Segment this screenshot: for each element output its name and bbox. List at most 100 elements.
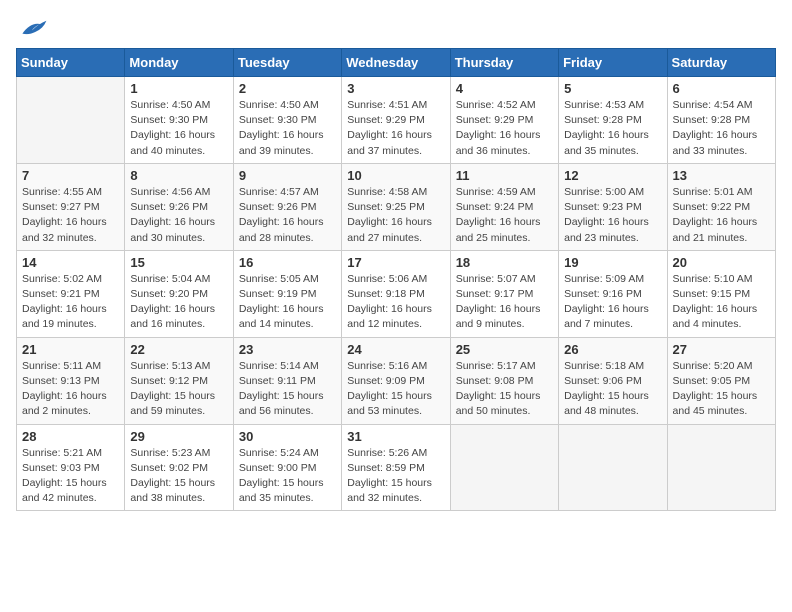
calendar-cell — [450, 424, 558, 511]
calendar-cell: 1 Sunrise: 4:50 AM Sunset: 9:30 PM Daylig… — [125, 77, 233, 164]
day-info: Sunrise: 4:56 AM Sunset: 9:26 PM Dayligh… — [130, 185, 227, 246]
calendar-cell: 19 Sunrise: 5:09 AM Sunset: 9:16 PM Dayli… — [559, 250, 667, 337]
day-info: Sunrise: 5:00 AM Sunset: 9:23 PM Dayligh… — [564, 185, 661, 246]
day-number: 6 — [673, 81, 770, 96]
day-number: 18 — [456, 255, 553, 270]
day-number: 22 — [130, 342, 227, 357]
day-number: 12 — [564, 168, 661, 183]
day-number: 16 — [239, 255, 336, 270]
day-info: Sunrise: 5:05 AM Sunset: 9:19 PM Dayligh… — [239, 272, 336, 333]
day-number: 26 — [564, 342, 661, 357]
day-info: Sunrise: 5:17 AM Sunset: 9:08 PM Dayligh… — [456, 359, 553, 420]
day-info: Sunrise: 5:04 AM Sunset: 9:20 PM Dayligh… — [130, 272, 227, 333]
day-number: 5 — [564, 81, 661, 96]
day-info: Sunrise: 5:02 AM Sunset: 9:21 PM Dayligh… — [22, 272, 119, 333]
day-number: 10 — [347, 168, 444, 183]
day-number: 31 — [347, 429, 444, 444]
calendar-cell — [559, 424, 667, 511]
calendar-cell: 24 Sunrise: 5:16 AM Sunset: 9:09 PM Dayli… — [342, 337, 450, 424]
calendar-cell: 13 Sunrise: 5:01 AM Sunset: 9:22 PM Dayli… — [667, 163, 775, 250]
calendar-cell: 2 Sunrise: 4:50 AM Sunset: 9:30 PM Daylig… — [233, 77, 341, 164]
day-number: 28 — [22, 429, 119, 444]
calendar-cell: 27Sunrise: 5:20 AM Sunset: 9:05 PM Dayli… — [667, 337, 775, 424]
calendar-cell: 9 Sunrise: 4:57 AM Sunset: 9:26 PM Daylig… — [233, 163, 341, 250]
logo — [16, 16, 52, 40]
calendar-table: SundayMondayTuesdayWednesdayThursdayFrid… — [16, 48, 776, 511]
calendar-cell: 14 Sunrise: 5:02 AM Sunset: 9:21 PM Dayli… — [17, 250, 125, 337]
calendar-cell: 31 Sunrise: 5:26 AM Sunset: 8:59 PM Dayli… — [342, 424, 450, 511]
calendar-cell: 29 Sunrise: 5:23 AM Sunset: 9:02 PM Dayli… — [125, 424, 233, 511]
day-info: Sunrise: 5:23 AM Sunset: 9:02 PM Dayligh… — [130, 446, 227, 507]
calendar-cell: 15Sunrise: 5:04 AM Sunset: 9:20 PM Dayli… — [125, 250, 233, 337]
day-info: Sunrise: 5:20 AM Sunset: 9:05 PM Dayligh… — [673, 359, 770, 420]
calendar-cell: 8 Sunrise: 4:56 AM Sunset: 9:26 PM Daylig… — [125, 163, 233, 250]
day-info: Sunrise: 4:53 AM Sunset: 9:28 PM Dayligh… — [564, 98, 661, 159]
calendar-cell: 6 Sunrise: 4:54 AM Sunset: 9:28 PM Daylig… — [667, 77, 775, 164]
calendar-header-monday: Monday — [125, 49, 233, 77]
calendar-cell — [667, 424, 775, 511]
day-info: Sunrise: 4:57 AM Sunset: 9:26 PM Dayligh… — [239, 185, 336, 246]
calendar-cell: 16 Sunrise: 5:05 AM Sunset: 9:19 PM Dayli… — [233, 250, 341, 337]
calendar-cell: 25 Sunrise: 5:17 AM Sunset: 9:08 PM Dayli… — [450, 337, 558, 424]
day-info: Sunrise: 5:09 AM Sunset: 9:16 PM Dayligh… — [564, 272, 661, 333]
calendar-cell: 30 Sunrise: 5:24 AM Sunset: 9:00 PM Dayli… — [233, 424, 341, 511]
day-info: Sunrise: 5:24 AM Sunset: 9:00 PM Dayligh… — [239, 446, 336, 507]
day-info: Sunrise: 5:06 AM Sunset: 9:18 PM Dayligh… — [347, 272, 444, 333]
day-info: Sunrise: 4:52 AM Sunset: 9:29 PM Dayligh… — [456, 98, 553, 159]
day-info: Sunrise: 5:10 AM Sunset: 9:15 PM Dayligh… — [673, 272, 770, 333]
day-number: 14 — [22, 255, 119, 270]
calendar-cell: 17 Sunrise: 5:06 AM Sunset: 9:18 PM Dayli… — [342, 250, 450, 337]
day-number: 21 — [22, 342, 119, 357]
calendar-cell: 21 Sunrise: 5:11 AM Sunset: 9:13 PM Dayli… — [17, 337, 125, 424]
calendar-cell: 7 Sunrise: 4:55 AM Sunset: 9:27 PM Daylig… — [17, 163, 125, 250]
day-number: 25 — [456, 342, 553, 357]
day-number: 30 — [239, 429, 336, 444]
calendar-cell: 12 Sunrise: 5:00 AM Sunset: 9:23 PM Dayli… — [559, 163, 667, 250]
day-info: Sunrise: 4:55 AM Sunset: 9:27 PM Dayligh… — [22, 185, 119, 246]
day-info: Sunrise: 4:59 AM Sunset: 9:24 PM Dayligh… — [456, 185, 553, 246]
day-info: Sunrise: 4:58 AM Sunset: 9:25 PM Dayligh… — [347, 185, 444, 246]
day-number: 2 — [239, 81, 336, 96]
day-number: 24 — [347, 342, 444, 357]
calendar-header-friday: Friday — [559, 49, 667, 77]
calendar-cell: 18 Sunrise: 5:07 AM Sunset: 9:17 PM Dayli… — [450, 250, 558, 337]
calendar-week-row: 1 Sunrise: 4:50 AM Sunset: 9:30 PM Daylig… — [17, 77, 776, 164]
day-info: Sunrise: 5:13 AM Sunset: 9:12 PM Dayligh… — [130, 359, 227, 420]
day-number: 8 — [130, 168, 227, 183]
calendar-cell: 3 Sunrise: 4:51 AM Sunset: 9:29 PM Daylig… — [342, 77, 450, 164]
day-number: 1 — [130, 81, 227, 96]
calendar-cell: 10 Sunrise: 4:58 AM Sunset: 9:25 PM Dayli… — [342, 163, 450, 250]
day-info: Sunrise: 5:26 AM Sunset: 8:59 PM Dayligh… — [347, 446, 444, 507]
day-info: Sunrise: 5:21 AM Sunset: 9:03 PM Dayligh… — [22, 446, 119, 507]
day-info: Sunrise: 4:51 AM Sunset: 9:29 PM Dayligh… — [347, 98, 444, 159]
calendar-week-row: 14 Sunrise: 5:02 AM Sunset: 9:21 PM Dayli… — [17, 250, 776, 337]
calendar-cell: 23Sunrise: 5:14 AM Sunset: 9:11 PM Dayli… — [233, 337, 341, 424]
day-info: Sunrise: 5:11 AM Sunset: 9:13 PM Dayligh… — [22, 359, 119, 420]
calendar-cell: 26 Sunrise: 5:18 AM Sunset: 9:06 PM Dayli… — [559, 337, 667, 424]
day-number: 13 — [673, 168, 770, 183]
day-info: Sunrise: 4:50 AM Sunset: 9:30 PM Dayligh… — [130, 98, 227, 159]
day-number: 19 — [564, 255, 661, 270]
day-number: 3 — [347, 81, 444, 96]
calendar-cell: 20Sunrise: 5:10 AM Sunset: 9:15 PM Dayli… — [667, 250, 775, 337]
day-info: Sunrise: 4:54 AM Sunset: 9:28 PM Dayligh… — [673, 98, 770, 159]
day-number: 9 — [239, 168, 336, 183]
day-info: Sunrise: 5:01 AM Sunset: 9:22 PM Dayligh… — [673, 185, 770, 246]
day-info: Sunrise: 5:18 AM Sunset: 9:06 PM Dayligh… — [564, 359, 661, 420]
day-info: Sunrise: 5:16 AM Sunset: 9:09 PM Dayligh… — [347, 359, 444, 420]
calendar-cell: 28 Sunrise: 5:21 AM Sunset: 9:03 PM Dayli… — [17, 424, 125, 511]
calendar-header-wednesday: Wednesday — [342, 49, 450, 77]
day-number: 4 — [456, 81, 553, 96]
day-info: Sunrise: 5:07 AM Sunset: 9:17 PM Dayligh… — [456, 272, 553, 333]
day-number: 17 — [347, 255, 444, 270]
calendar-cell: 5 Sunrise: 4:53 AM Sunset: 9:28 PM Daylig… — [559, 77, 667, 164]
day-number: 29 — [130, 429, 227, 444]
calendar-header-row: SundayMondayTuesdayWednesdayThursdayFrid… — [17, 49, 776, 77]
day-number: 7 — [22, 168, 119, 183]
calendar-cell — [17, 77, 125, 164]
day-number: 11 — [456, 168, 553, 183]
day-info: Sunrise: 4:50 AM Sunset: 9:30 PM Dayligh… — [239, 98, 336, 159]
calendar-cell: 11 Sunrise: 4:59 AM Sunset: 9:24 PM Dayli… — [450, 163, 558, 250]
day-info: Sunrise: 5:14 AM Sunset: 9:11 PM Dayligh… — [239, 359, 336, 420]
logo-icon — [16, 16, 48, 40]
